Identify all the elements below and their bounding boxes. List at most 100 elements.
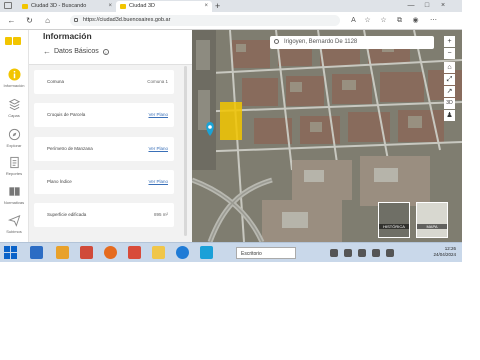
sidebar-item-informacion[interactable]: Información (0, 68, 28, 88)
taskbar-firefox-icon[interactable] (104, 246, 117, 259)
data-row-comuna: Comuna Comuna 1 (34, 70, 174, 94)
taskbar-clock[interactable]: 12:26 24/04/2024 (418, 246, 456, 258)
sidebar-item-label: Información (3, 83, 25, 88)
maximize-button[interactable]: □ (420, 0, 434, 12)
tab-ciudad3d[interactable]: Ciudad 3D × (116, 1, 212, 12)
sidebar-item-normativas[interactable]: Normativas (0, 185, 28, 205)
close-icon[interactable]: × (204, 1, 208, 12)
favicon-icon (22, 4, 28, 9)
panel-title: Información (29, 30, 192, 42)
pedestrian-icon[interactable]: ♟ (444, 110, 455, 121)
section-header: ← Datos Básicos i (29, 42, 192, 65)
minimize-button[interactable]: — (404, 0, 418, 12)
taskbar-skype-icon[interactable] (200, 246, 213, 259)
screenshot: Ciudad 3D - Buscando × Ciudad 3D × + — □… (0, 0, 462, 262)
basemap-historica-thumbnail[interactable]: HISTÓRICA (378, 202, 410, 238)
sidebar-item-explorar[interactable]: Explorar (0, 128, 28, 148)
taskbar-app-icon[interactable] (80, 246, 93, 259)
collections-icon[interactable]: ⧉ (394, 15, 405, 26)
row-value: 895 m² (153, 212, 168, 217)
sidebar-item-label: Capas (8, 113, 20, 118)
desktop-toolbar[interactable]: Escritorio (236, 247, 296, 259)
selected-parcel[interactable] (220, 102, 242, 140)
info-circle-icon[interactable]: i (103, 49, 109, 55)
favicon-icon (120, 4, 126, 9)
home-view-icon[interactable]: ⌂ (444, 62, 455, 73)
tab-label: Ciudad 3D - Buscando (31, 3, 87, 9)
info-panel: Información ← Datos Básicos i Comuna Com… (29, 30, 192, 242)
taskbar-app-icon[interactable] (56, 246, 69, 259)
sidebar-item-capas[interactable]: Capas (0, 98, 28, 118)
menu-icon[interactable]: ⋯ (428, 15, 439, 26)
profile-icon[interactable]: ◉ (410, 15, 421, 26)
reports-icon (9, 156, 19, 169)
close-icon[interactable]: × (108, 1, 112, 12)
taskbar-app-icon[interactable] (30, 246, 43, 259)
sidebar-item-label: Normativas (3, 200, 25, 205)
row-value: Comuna 1 (147, 79, 168, 84)
back-arrow-icon[interactable]: ← (43, 47, 51, 56)
taskbar-edge-icon[interactable] (176, 246, 189, 259)
close-window-button[interactable]: × (436, 0, 450, 12)
basemap-mapa-thumbnail[interactable]: MAPA (416, 202, 448, 238)
read-aloud-icon[interactable]: A (348, 15, 359, 26)
url-input[interactable]: https://ciudad3d.buenosaires.gob.ar (70, 15, 340, 26)
panel-scrollbar[interactable] (184, 66, 187, 236)
tray-icon[interactable] (330, 249, 338, 257)
data-row-plano-indice: Plano Índice Ver Plano (34, 170, 174, 194)
ver-plano-link[interactable]: Ver Plano (148, 112, 168, 117)
row-key: Comuna (47, 79, 65, 84)
tab-ciudad3d-buscando[interactable]: Ciudad 3D - Buscando × (18, 1, 116, 12)
new-tab-button[interactable]: + (215, 0, 220, 12)
taskbar-explorer-icon[interactable] (152, 246, 165, 259)
sidebar-item-reportes[interactable]: Reportes (0, 156, 28, 176)
info-icon (7, 68, 21, 81)
lock-icon (74, 18, 78, 22)
tray-icon[interactable] (358, 249, 366, 257)
tab-actions-icon[interactable] (4, 2, 12, 9)
section-title: Datos Básicos (54, 48, 99, 55)
favorites-icon[interactable]: ☆ (378, 15, 389, 26)
thumbnail-label: MAPA (417, 224, 447, 229)
tray-icon[interactable] (344, 249, 352, 257)
refresh-button[interactable]: ↻ (24, 15, 35, 26)
send-icon (7, 215, 20, 227)
tab-bar: Ciudad 3D - Buscando × Ciudad 3D × + — □… (0, 0, 462, 12)
row-key: Superficie edificada (47, 212, 87, 217)
data-row-superficie: Superficie edificada 895 m² (34, 203, 174, 227)
url-text: https://ciudad3d.buenosaires.gob.ar (83, 17, 171, 23)
book-icon (8, 187, 20, 196)
measure-icon[interactable]: ↗ (444, 86, 455, 97)
ba-logo (5, 37, 21, 45)
favorite-star-icon[interactable]: ☆ (362, 15, 373, 26)
map-3d-view[interactable]: Irigoyen, Bernardo De 1128 + − ⌂ ⤢ ↗ 3D … (192, 30, 462, 242)
address-bar: ← ↻ ⌂ https://ciudad3d.buenosaires.gob.a… (0, 12, 462, 30)
clock-date: 24/04/2024 (433, 252, 456, 257)
layers-icon (8, 98, 20, 111)
zoom-in-button[interactable]: + (444, 36, 455, 47)
data-row-croquis: Croquis de Parcela Ver Plano (34, 103, 174, 127)
row-key: Croquis de Parcela (47, 112, 86, 117)
search-icon (274, 39, 279, 44)
explore-icon (8, 128, 20, 141)
windows-start-icon[interactable] (4, 246, 17, 259)
zoom-out-button[interactable]: − (444, 48, 455, 59)
ver-plano-link[interactable]: Ver Plano (148, 179, 168, 184)
home-button[interactable]: ⌂ (42, 15, 53, 26)
network-icon[interactable] (386, 249, 394, 257)
row-key: Plano Índice (47, 179, 72, 184)
taskbar-app-icon[interactable] (128, 246, 141, 259)
thumbnail-label: HISTÓRICA (379, 224, 409, 229)
ver-plano-link[interactable]: Ver Plano (148, 146, 168, 151)
sidebar-item-subimos[interactable]: Subimos (0, 214, 28, 234)
view-3d-button[interactable]: 3D (444, 98, 455, 109)
row-key: Perímetro de Manzana (47, 146, 93, 151)
windows-taskbar: Escritorio 12:26 24/04/2024 (0, 242, 462, 262)
volume-icon[interactable] (372, 249, 380, 257)
fullscreen-icon[interactable]: ⤢ (444, 74, 455, 85)
back-button[interactable]: ← (6, 15, 17, 26)
sidebar-rail: Información Capas Explorar Reportes Norm… (0, 30, 29, 242)
address-search-input[interactable]: Irigoyen, Bernardo De 1128 (270, 36, 434, 49)
sidebar-item-label: Reportes (5, 171, 23, 176)
address-search-value: Irigoyen, Bernardo De 1128 (284, 39, 358, 45)
